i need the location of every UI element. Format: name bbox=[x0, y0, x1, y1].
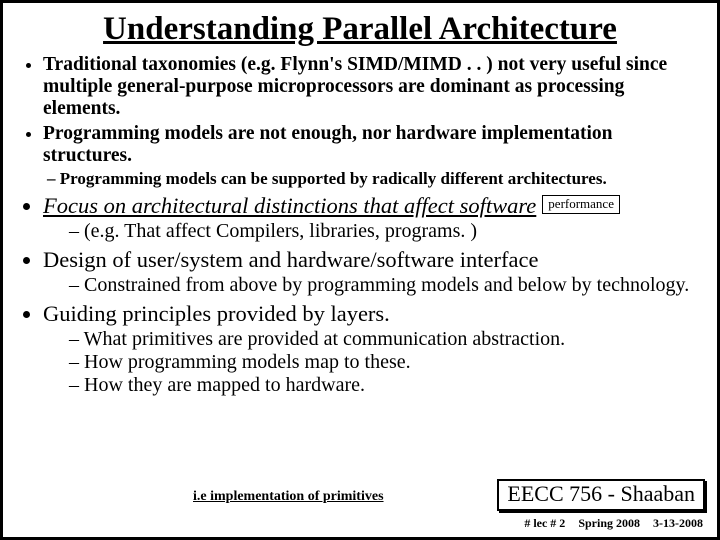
sub-constrained: Constrained from above by programming mo… bbox=[69, 274, 699, 297]
sub-list-focus: (e.g. That affect Compilers, libraries, … bbox=[43, 220, 699, 243]
bullet-list-main: Focus on architectural distinctions that… bbox=[21, 193, 699, 397]
bullet-list-bold: Traditional taxonomies (e.g. Flynn's SIM… bbox=[21, 54, 699, 167]
bullet-focus: Focus on architectural distinctions that… bbox=[43, 193, 699, 243]
design-text: Design of user/system and hardware/softw… bbox=[43, 247, 538, 272]
sub-map-hardware: How they are mapped to hardware. bbox=[69, 374, 699, 397]
sub-map-models: How programming models map to these. bbox=[69, 351, 699, 374]
sub-primitives: What primitives are provided at communic… bbox=[69, 328, 699, 351]
slide-footer: # lec # 2 Spring 2008 3-13-2008 bbox=[514, 516, 703, 531]
course-box: EECC 756 - Shaaban bbox=[497, 479, 705, 511]
sub-compilers: (e.g. That affect Compilers, libraries, … bbox=[69, 220, 699, 243]
performance-box: performance bbox=[542, 195, 620, 214]
footer-date: 3-13-2008 bbox=[653, 516, 703, 530]
bullet-design-interface: Design of user/system and hardware/softw… bbox=[43, 247, 699, 297]
bullet-taxonomies: Traditional taxonomies (e.g. Flynn's SIM… bbox=[43, 54, 699, 121]
guiding-text: Guiding principles provided by layers. bbox=[43, 301, 390, 326]
slide-title: Understanding Parallel Architecture bbox=[21, 11, 699, 48]
bullet-programming-models: Programming models are not enough, nor h… bbox=[43, 123, 699, 167]
sub-list-design: Constrained from above by programming mo… bbox=[43, 274, 699, 297]
sub-list-1: Programming models can be supported by r… bbox=[21, 169, 699, 189]
footer-term: Spring 2008 bbox=[578, 516, 640, 530]
footer-lecture: # lec # 2 bbox=[524, 516, 565, 530]
slide: Understanding Parallel Architecture Trad… bbox=[0, 0, 720, 540]
implementation-note: i.e implementation of primitives bbox=[193, 489, 384, 505]
focus-text: Focus on architectural distinctions that… bbox=[43, 193, 536, 218]
sub-list-guiding: What primitives are provided at communic… bbox=[43, 328, 699, 396]
sub-radically-different: Programming models can be supported by r… bbox=[47, 169, 699, 189]
bullet-guiding-principles: Guiding principles provided by layers. W… bbox=[43, 301, 699, 397]
